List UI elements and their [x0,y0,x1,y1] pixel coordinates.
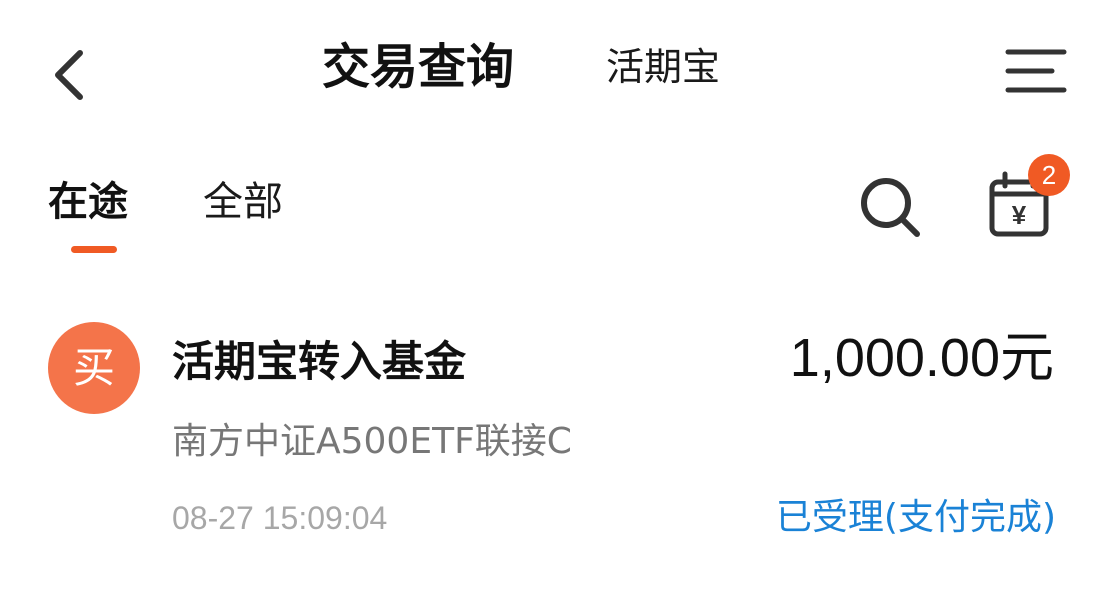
tab-all[interactable]: 全部 [203,170,283,234]
menu-button[interactable] [1000,38,1072,104]
svg-text:¥: ¥ [1012,200,1027,230]
record-title: 活期宝转入基金 [172,337,467,386]
record-time: 08-27 15:09:04 [172,500,388,536]
menu-lines-icon [1005,49,1067,93]
active-tab-indicator [71,246,117,253]
record-amount: 1,000.00元 [789,328,1054,388]
tab-in-transit[interactable]: 在途 [48,170,128,234]
record-status: 已受理(支付完成) [775,497,1056,538]
buy-avatar: 买 [48,322,140,414]
calendar-badge: 2 [1028,154,1070,196]
account-subtitle[interactable]: 活期宝 [606,34,720,100]
page-title: 交易查询 [322,39,515,95]
search-icon [861,178,920,237]
search-button[interactable] [852,172,928,242]
chevron-left-icon [55,50,83,100]
back-button[interactable] [40,40,100,110]
record-fund-name: 南方中证A500ETF联接C [172,421,572,462]
